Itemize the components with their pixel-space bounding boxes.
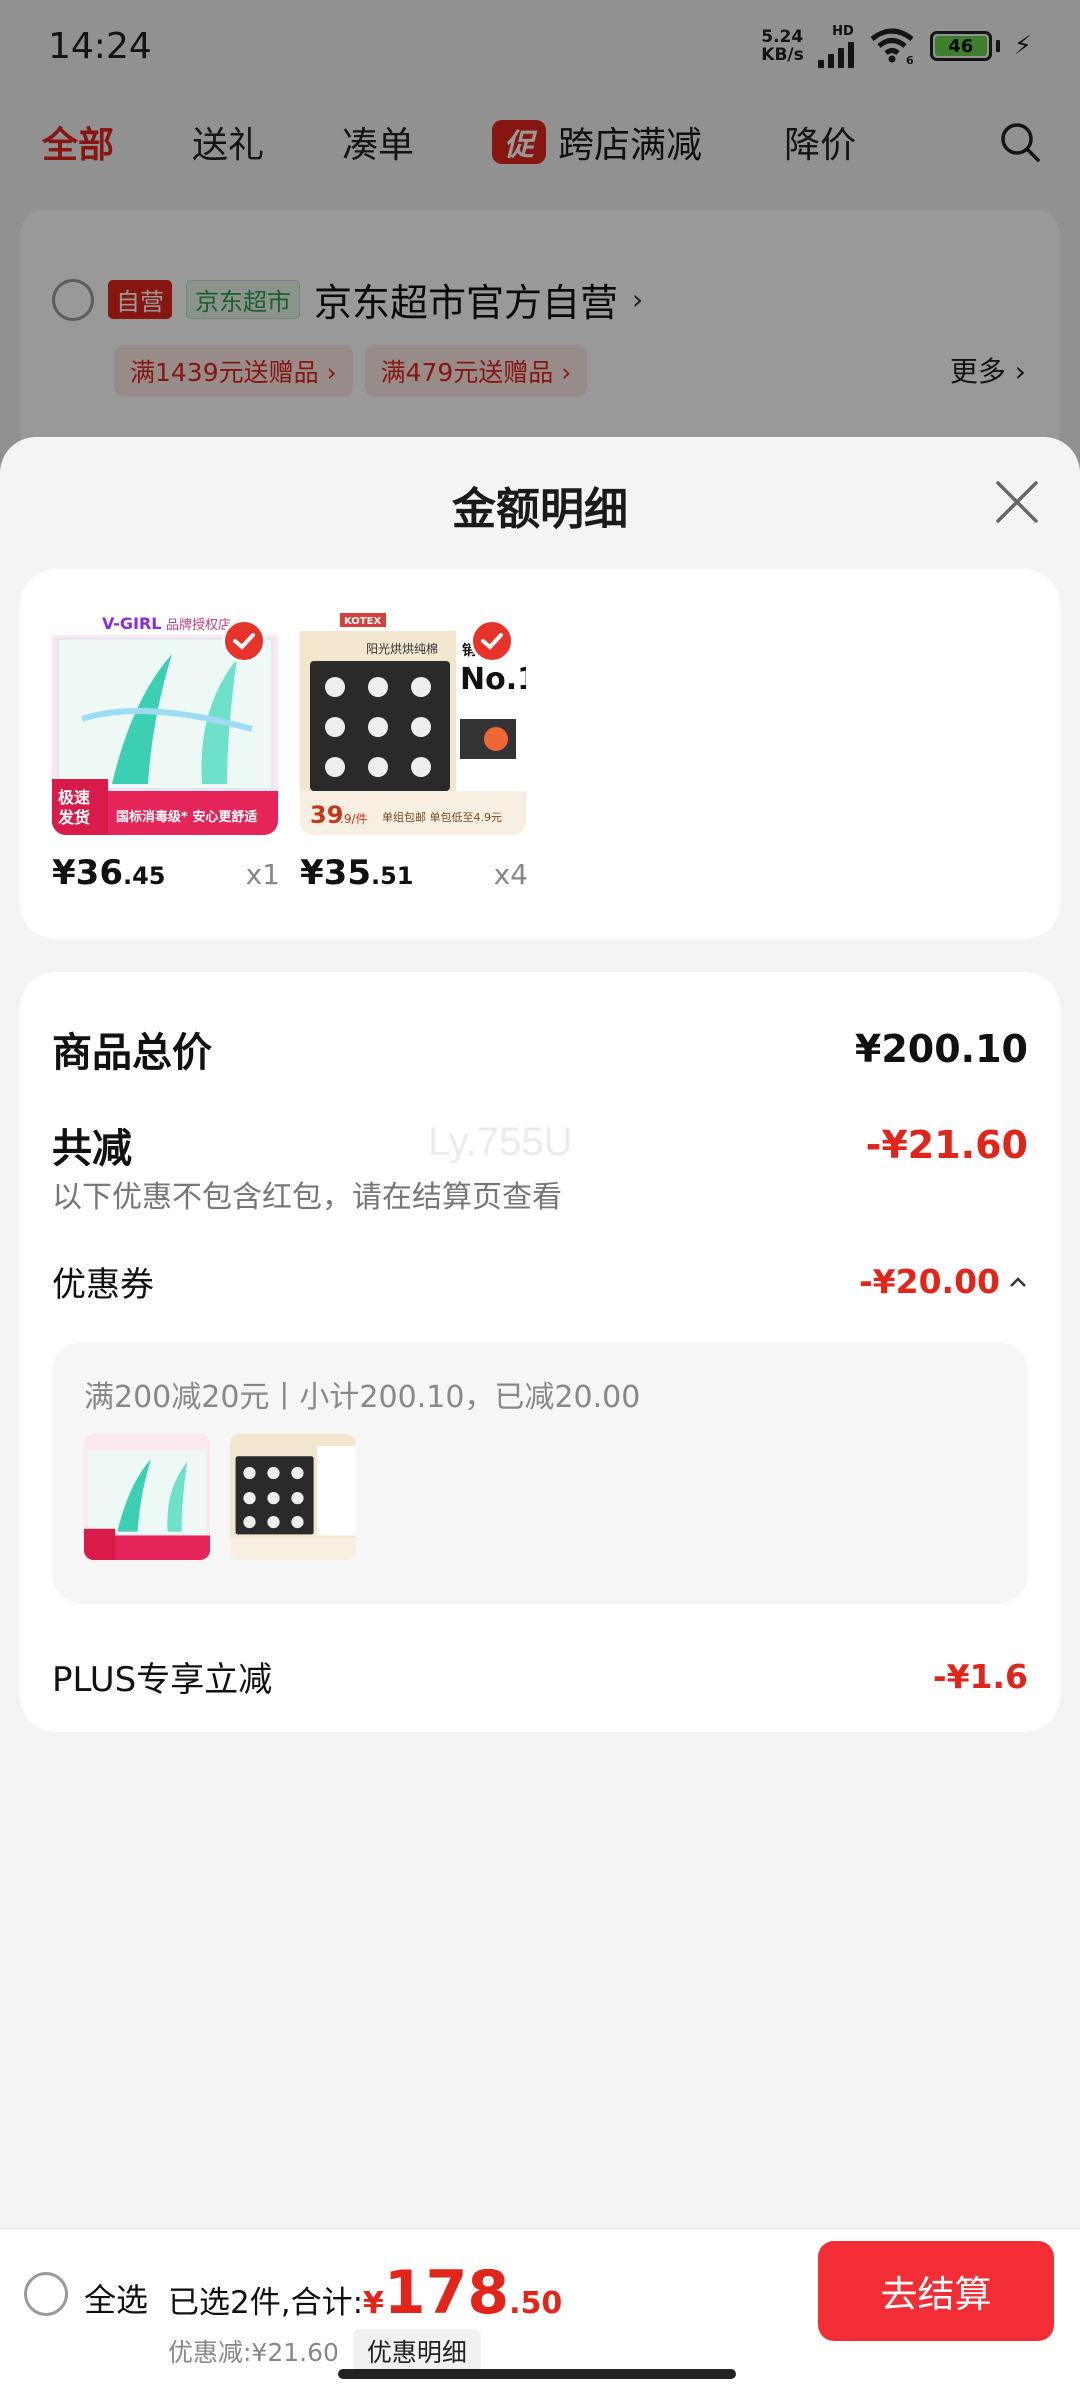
coupon-product-thumb-vgirl	[84, 1434, 210, 1560]
total-amount-integer: 178	[383, 2258, 510, 2328]
checkout-button[interactable]: 去结算	[818, 2241, 1054, 2341]
product-price-row: ¥35.51 x4	[300, 853, 532, 893]
currency-symbol: ¥	[363, 2286, 384, 2321]
checked-icon[interactable]	[470, 619, 514, 663]
product-price-row: ¥36.45 x1	[52, 853, 284, 893]
product-image-kotex[interactable]: KOTEX 阳光烘烘纯棉 销售额 No.1 39 .9/件 单组包邮 单包低至4…	[300, 609, 526, 835]
home-indicator[interactable]	[338, 2369, 736, 2379]
coupon-value: -¥20.00	[859, 1262, 1028, 1301]
product-item[interactable]: V-GIRL 品牌授权店 极速 发货 国标消毒级* 安心更舒适 ¥36.45 x…	[52, 609, 284, 893]
product-quantity: x4	[493, 858, 528, 891]
discount-detail-button[interactable]: 优惠明细	[352, 2329, 481, 2373]
svg-text:国标消毒级* 安心更舒适: 国标消毒级* 安心更舒适	[116, 809, 257, 825]
svg-text:V-GIRL: V-GIRL	[102, 614, 161, 633]
product-price: ¥35.51	[300, 853, 414, 893]
sheet-title: 金额明细	[452, 484, 628, 535]
reduction-hint: 以下优惠不包含红包，请在结算页查看	[52, 1180, 562, 1215]
svg-text:发货: 发货	[57, 808, 90, 827]
total-value: ¥200.10	[854, 1027, 1028, 1071]
plus-discount-label: PLUS专享立减	[52, 1660, 273, 1700]
discount-summary: 优惠减:¥21.60 优惠明细	[168, 2329, 481, 2373]
product-price: ¥36.45	[52, 853, 166, 893]
chevron-up-icon[interactable]	[1008, 1275, 1028, 1289]
product-image-vgirl[interactable]: V-GIRL 品牌授权店 极速 发货 国标消毒级* 安心更舒适	[52, 609, 278, 835]
coupon-description: 满200减20元丨小计200.10，已减20.00	[84, 1380, 641, 1415]
total-amount-decimal: .50	[509, 2286, 563, 2321]
watermark: Ly.755U	[428, 1120, 573, 1164]
coupon-product-thumb-kotex	[230, 1434, 356, 1560]
total-row: 商品总价 ¥200.10	[52, 1020, 1028, 1078]
svg-text:品牌授权店: 品牌授权店	[166, 617, 231, 633]
svg-text:KOTEX: KOTEX	[344, 616, 381, 627]
reduction-label: 共减	[52, 1126, 132, 1172]
product-quantity: x1	[245, 858, 280, 891]
amount-detail-sheet: 金额明细 V-GIRL 品牌授权店 极速 发货 国标消毒级* 安心更舒适 ¥36…	[0, 437, 1080, 2400]
selected-count-text: 已选2件,合计:	[168, 2285, 364, 2321]
select-all-label[interactable]: 全选	[84, 2275, 148, 2321]
svg-text:39: 39	[310, 801, 343, 829]
price-detail-card: 商品总价 ¥200.10 共减 -¥21.60 以下优惠不包含红包，请在结算页查…	[20, 972, 1060, 1732]
plus-discount-value: -¥1.6	[932, 1657, 1028, 1696]
svg-text:单组包邮 单包低至4.9元: 单组包邮 单包低至4.9元	[382, 810, 502, 824]
total-label: 商品总价	[52, 1030, 212, 1076]
svg-text:阳光烘烘纯棉: 阳光烘烘纯棉	[366, 642, 438, 656]
products-card: V-GIRL 品牌授权店 极速 发货 国标消毒级* 安心更舒适 ¥36.45 x…	[20, 569, 1060, 939]
svg-text:极速: 极速	[58, 788, 90, 807]
coupon-row[interactable]: 优惠券 -¥20.00	[52, 1257, 1028, 1306]
select-all-radio[interactable]	[24, 2272, 68, 2316]
checked-icon[interactable]	[222, 619, 266, 663]
svg-text:No.1: No.1	[460, 662, 526, 697]
coupon-label: 优惠券	[52, 1265, 154, 1305]
product-item[interactable]: KOTEX 阳光烘烘纯棉 销售额 No.1 39 .9/件 单组包邮 单包低至4…	[300, 609, 532, 893]
svg-text:.9/件: .9/件	[340, 812, 368, 826]
close-icon[interactable]	[994, 479, 1040, 525]
discount-text: 优惠减:¥21.60	[168, 2338, 339, 2367]
selected-total: 已选2件,合计: ¥ 178 .50	[168, 2258, 563, 2328]
plus-discount-row: PLUS专享立减 -¥1.6	[52, 1652, 1028, 1701]
coupon-detail-box: 满200减20元丨小计200.10，已减20.00	[52, 1342, 1028, 1604]
reduction-value: -¥21.60	[865, 1123, 1028, 1167]
